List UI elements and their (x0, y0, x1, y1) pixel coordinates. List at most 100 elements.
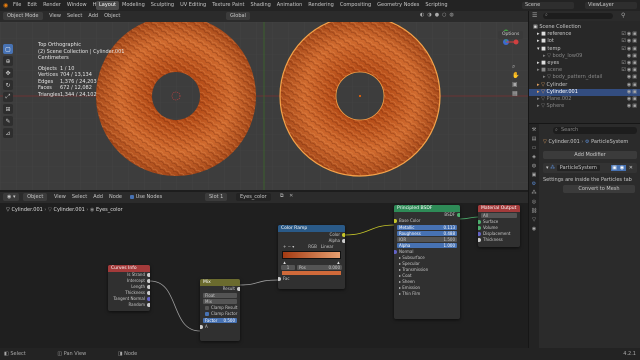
annotate-icon[interactable]: ✎ (3, 116, 13, 126)
roughness-field[interactable]: Roughness 0.488 (397, 231, 457, 236)
tab-uv-editing[interactable]: UV Editing (177, 1, 209, 10)
stop-color-swatch[interactable] (282, 271, 341, 275)
camera-icon[interactable]: ▣ (512, 80, 519, 89)
factor-field[interactable]: Factor 0.500 (203, 318, 237, 323)
measure-icon[interactable]: ⊿ (3, 128, 13, 138)
socket[interactable] (147, 285, 150, 289)
object-mode-dropdown[interactable]: Object Mode (3, 12, 43, 20)
tab-geometry-nodes[interactable]: Geometry Nodes (374, 1, 422, 10)
object-tab-icon[interactable]: ▣ (529, 171, 539, 180)
modifier-tab-icon[interactable]: ⚙ (529, 180, 539, 189)
gradient-ramp[interactable] (282, 251, 341, 259)
add-stop-icon[interactable]: + − ▾ (283, 244, 294, 249)
menu-window[interactable]: Window (64, 1, 90, 10)
outliner-item[interactable]: ▸ ▽ Cylinder ◉▣ (529, 82, 640, 89)
slot-dropdown[interactable]: Slot 1 (205, 193, 228, 201)
outliner-item[interactable]: ▸ ▽ body_low09 ◉▣ (529, 53, 640, 60)
mix-node[interactable]: Mix Result Float Mix Clamp Result Clamp … (200, 279, 240, 341)
outliner-item[interactable]: ▣ Scene Collection (529, 24, 640, 31)
node-editor[interactable]: ▽ Cylinder.001 › ▽ Cylinder.001 › ◉ Eyes… (0, 203, 528, 348)
socket[interactable] (147, 279, 150, 283)
visibility-icons[interactable]: ◉▣ (627, 74, 638, 81)
socket[interactable] (478, 238, 481, 242)
socket[interactable] (478, 220, 481, 224)
ne-menu-select[interactable]: Select (69, 193, 90, 202)
curves-info-node[interactable]: Curves Info Is Strand Intercept Length T… (108, 265, 150, 311)
iris-mesh-right-selected[interactable] (279, 22, 441, 177)
menu-edit[interactable]: Edit (24, 1, 40, 10)
add-modifier-button[interactable]: Add Modifier (543, 151, 637, 159)
tab-rendering[interactable]: Rendering (305, 1, 337, 10)
menu-render[interactable]: Render (40, 1, 64, 10)
outliner-item[interactable]: ▸ ▽ Plane.002 ◉▣ (529, 96, 640, 103)
editor-type-dropdown[interactable]: ◉ ▾ (3, 193, 20, 201)
tab-texture-paint[interactable]: Texture Paint (209, 1, 247, 10)
scene-tab-icon[interactable]: ◈ (529, 153, 539, 162)
properties-search-input[interactable]: ⌕ Search (553, 127, 637, 134)
tab-animation[interactable]: Animation (274, 1, 306, 10)
material-actions-icons[interactable]: ⧉ ✕ (280, 193, 295, 199)
zoom-icon[interactable]: ⌕ (512, 62, 519, 71)
tab-shading[interactable]: Shading (247, 1, 273, 10)
pan-icon[interactable]: ✋ (512, 71, 519, 80)
outliner-item[interactable]: ▸ ■ scene ☑◉▣ (529, 67, 640, 74)
principled-bsdf-node[interactable]: Principled BSDF BSDF Base Color Metallic… (394, 205, 460, 319)
outliner-type-icon[interactable]: ☰ (532, 12, 537, 19)
outliner-item[interactable]: ▸ ■ reference ☑◉▣ (529, 31, 640, 38)
mix-mode-dropdown[interactable]: Mix (203, 299, 237, 304)
mix-type-dropdown[interactable]: Float (203, 293, 237, 298)
blender-logo-icon[interactable]: ◉ (3, 2, 8, 9)
visibility-icons[interactable]: ◉▣ (627, 53, 638, 60)
outliner-item-selected[interactable]: ▸ ▽ Cylinder.001 ◉▣ (529, 88, 640, 96)
outliner-item[interactable]: ▸ ▽ body_pattern_detail ◉▣ (529, 74, 640, 81)
ramp-mode[interactable]: RGB (308, 244, 317, 249)
ne-menu-view[interactable]: View (51, 193, 69, 202)
3d-viewport[interactable]: ▢ ⊕ ✥ ↻ ⤢ ⊞ ✎ ⊿ Top Orthographic (2) Sce… (0, 22, 528, 190)
ramp-stops[interactable]: ▲ ▲ (278, 260, 345, 264)
visibility-icons[interactable]: ☑◉▣ (621, 46, 638, 53)
visibility-icons[interactable]: ☑◉▣ (621, 31, 638, 38)
tab-layout[interactable]: Layout (96, 1, 119, 10)
material-selector[interactable]: Eyes_color (236, 193, 271, 201)
particle-system-name[interactable]: ParticleSystem (556, 165, 600, 171)
ramp-interp[interactable]: Linear (321, 244, 333, 249)
outliner-item[interactable]: ▸ ▽ Sphere ◉▣ (529, 103, 640, 110)
socket[interactable] (394, 219, 397, 223)
scale-icon[interactable]: ⤢ (3, 92, 13, 102)
ior-field[interactable]: IOR 1.500 (397, 237, 457, 242)
tab-scripting[interactable]: Scripting (422, 1, 450, 10)
outliner-item[interactable]: ▸ ■ lot ☑◉▣ (529, 38, 640, 45)
outliner-item[interactable]: ▸ ■ eyes ☑◉▣ (529, 60, 640, 67)
socket[interactable] (457, 213, 460, 217)
ne-menu-add[interactable]: Add (90, 193, 106, 202)
menu-file[interactable]: File (10, 1, 24, 10)
socket[interactable] (237, 287, 240, 291)
convert-to-mesh-button[interactable]: Convert to Mesh (563, 185, 635, 193)
socket[interactable] (278, 277, 281, 281)
socket[interactable] (342, 233, 345, 237)
visibility-icons[interactable]: ◉▣ (627, 96, 638, 103)
tool-tab-icon[interactable]: ⚒ (529, 126, 539, 135)
ne-menu-node[interactable]: Node (106, 193, 125, 202)
color-ramp-node[interactable]: Color Ramp Color Alpha + − ▾ RGB Linear ▲ ▲… (278, 225, 345, 289)
tab-compositing[interactable]: Compositing (337, 1, 374, 10)
filter-icon[interactable]: ⚲ (621, 12, 625, 19)
grid-icon[interactable]: ▦ (512, 89, 519, 98)
metallic-field[interactable]: Metallic 0.113 (397, 225, 457, 230)
visibility-icons[interactable]: ◉▣ (627, 89, 638, 96)
material-tab-icon[interactable]: ◉ (529, 225, 539, 234)
viewlayer-selector[interactable]: ViewLayer (585, 2, 637, 9)
modifier-panel-header[interactable]: ▾ ⁂ ParticleSystem ▣ ◉ ✕ (543, 163, 637, 173)
transform-orientation-dropdown[interactable]: Global (226, 12, 250, 20)
select-box-icon[interactable]: ▢ (3, 44, 13, 54)
stop-position-field[interactable]: Pos 0.000 (297, 265, 342, 270)
socket[interactable] (478, 226, 481, 230)
visibility-icons[interactable]: ◉▣ (627, 82, 638, 89)
vp-menu-select[interactable]: Select (64, 12, 85, 21)
world-tab-icon[interactable]: ◍ (529, 162, 539, 171)
socket[interactable] (342, 239, 345, 243)
socket[interactable] (147, 303, 150, 307)
rotate-icon[interactable]: ↻ (3, 80, 13, 90)
data-tab-icon[interactable]: ▽ (529, 216, 539, 225)
move-icon[interactable]: ✥ (3, 68, 13, 78)
